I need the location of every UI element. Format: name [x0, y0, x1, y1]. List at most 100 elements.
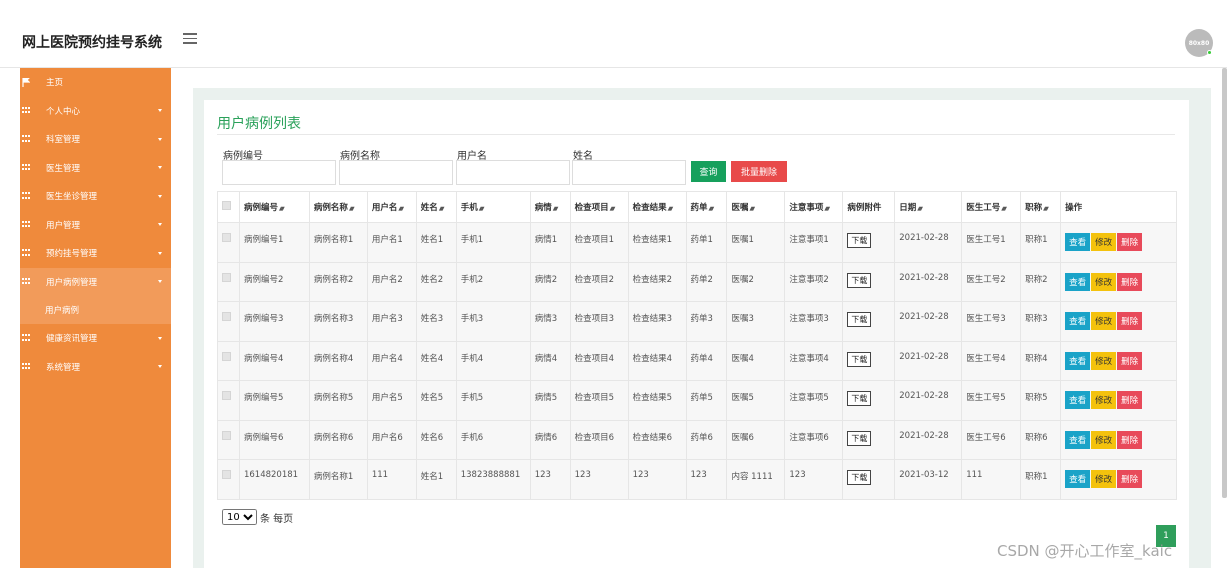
- table-cell: 病例名称4: [308, 340, 368, 381]
- download-button[interactable]: 下载: [847, 272, 872, 288]
- column-header[interactable]: 检查项目▲▼: [569, 191, 629, 223]
- column-header[interactable]: 用户名▲▼: [366, 191, 417, 223]
- view-button[interactable]: 查看: [1065, 272, 1091, 291]
- sidebar-item-5[interactable]: 用户管理: [20, 211, 171, 240]
- sort-icon[interactable]: ▲▼: [917, 206, 923, 212]
- column-header[interactable]: 检查结果▲▼: [627, 191, 687, 223]
- column-header-label: 检查结果: [632, 203, 667, 213]
- sidebar-subitem[interactable]: 用户病例: [20, 296, 171, 324]
- column-header[interactable]: 病例名称▲▼: [308, 191, 368, 223]
- menu-toggle-icon[interactable]: [183, 33, 197, 45]
- row-checkbox[interactable]: [222, 391, 231, 400]
- sort-icon[interactable]: ▲▼: [749, 206, 755, 212]
- sort-icon[interactable]: ▲▼: [439, 206, 445, 212]
- sidebar-item-7[interactable]: 用户病例管理: [20, 267, 171, 296]
- sort-icon[interactable]: ▲▼: [553, 206, 559, 212]
- sort-icon[interactable]: ▲▼: [709, 206, 715, 212]
- sidebar-item-8[interactable]: 健康资讯管理: [20, 324, 171, 353]
- delete-button[interactable]: 删除: [1117, 312, 1143, 330]
- column-header[interactable]: 注意事项▲▼: [784, 191, 844, 223]
- sidebar-item-4[interactable]: 医生坐诊管理: [20, 182, 171, 211]
- column-header[interactable]: 医嘱▲▼: [726, 191, 786, 223]
- delete-button[interactable]: 删除: [1117, 470, 1143, 488]
- column-header[interactable]: 职称▲▼: [1020, 191, 1062, 223]
- actions-cell: 查看 修改 删除: [1060, 459, 1177, 500]
- table-cell: 医生工号3: [961, 301, 1022, 342]
- table-cell: 手机3: [455, 301, 531, 342]
- delete-button[interactable]: 删除: [1117, 391, 1143, 409]
- name-input[interactable]: [572, 160, 686, 185]
- edit-button[interactable]: 修改: [1091, 351, 1117, 370]
- download-button[interactable]: 下载: [847, 312, 872, 327]
- row-checkbox[interactable]: [222, 351, 231, 361]
- username-input[interactable]: [456, 160, 570, 185]
- download-button[interactable]: 下载: [847, 430, 872, 446]
- query-button[interactable]: 查询: [691, 161, 726, 182]
- sort-icon[interactable]: ▲▼: [1001, 206, 1007, 212]
- sidebar-item-9[interactable]: 系统管理: [20, 353, 171, 382]
- download-button[interactable]: 下载: [847, 233, 872, 248]
- table-cell: 注意事项4: [784, 340, 844, 381]
- delete-button[interactable]: 删除: [1117, 272, 1143, 291]
- delete-button[interactable]: 删除: [1117, 351, 1143, 370]
- grid-icon: [22, 362, 31, 371]
- row-checkbox[interactable]: [222, 470, 231, 479]
- row-checkbox[interactable]: [222, 430, 231, 440]
- column-header[interactable]: 病例编号▲▼: [238, 191, 310, 223]
- column-header[interactable]: 姓名▲▼: [415, 191, 457, 223]
- edit-button[interactable]: 修改: [1091, 430, 1117, 449]
- sort-icon[interactable]: ▲▼: [610, 206, 616, 212]
- download-button[interactable]: 下载: [847, 391, 872, 406]
- table-cell: 病例名称6: [308, 419, 368, 460]
- view-button[interactable]: 查看: [1065, 391, 1091, 409]
- view-button[interactable]: 查看: [1065, 351, 1091, 370]
- sort-icon[interactable]: ▲▼: [1043, 206, 1049, 212]
- sidebar-item-2[interactable]: 科室管理: [20, 125, 171, 154]
- select-all-checkbox[interactable]: [222, 201, 231, 210]
- scrollbar[interactable]: [1222, 68, 1227, 498]
- row-checkbox[interactable]: [222, 272, 231, 282]
- sort-icon[interactable]: ▲▼: [398, 206, 404, 212]
- edit-button[interactable]: 修改: [1091, 272, 1117, 291]
- chevron-down-icon: [158, 166, 162, 170]
- edit-button[interactable]: 修改: [1091, 312, 1117, 330]
- sort-icon[interactable]: ▲▼: [349, 206, 355, 212]
- edit-button[interactable]: 修改: [1091, 391, 1117, 409]
- edit-button[interactable]: 修改: [1091, 470, 1117, 488]
- column-header-label: 用户名: [371, 203, 398, 213]
- delete-button[interactable]: 删除: [1117, 430, 1143, 449]
- page-size-select[interactable]: 10: [222, 509, 257, 525]
- view-button[interactable]: 查看: [1065, 233, 1091, 251]
- edit-button[interactable]: 修改: [1091, 233, 1117, 251]
- sort-icon[interactable]: ▲▼: [668, 206, 674, 212]
- download-button[interactable]: 下载: [847, 351, 872, 367]
- case-name-input[interactable]: [339, 160, 453, 185]
- sidebar-item-1[interactable]: 个人中心: [20, 97, 171, 126]
- attachment-cell: 下载: [842, 380, 896, 421]
- delete-button[interactable]: 删除: [1117, 233, 1143, 251]
- sidebar-item-3[interactable]: 医生管理: [20, 154, 171, 183]
- row-checkbox[interactable]: [222, 233, 231, 242]
- column-header[interactable]: 日期▲▼: [894, 191, 963, 223]
- row-checkbox[interactable]: [222, 312, 231, 321]
- column-header[interactable]: 药单▲▼: [685, 191, 728, 223]
- column-header[interactable]: 医生工号▲▼: [961, 191, 1022, 223]
- sort-icon[interactable]: ▲▼: [279, 206, 285, 212]
- row-checkbox-cell: [217, 261, 240, 302]
- actions-cell: 查看 修改 删除: [1060, 340, 1177, 381]
- column-header[interactable]: 手机▲▼: [455, 191, 531, 223]
- table-cell: 职称1: [1020, 459, 1062, 500]
- sort-icon[interactable]: ▲▼: [479, 206, 485, 212]
- table-cell: 姓名2: [415, 261, 457, 302]
- sidebar-item-0[interactable]: 主页: [20, 68, 171, 97]
- view-button[interactable]: 查看: [1065, 430, 1091, 449]
- avatar[interactable]: 80x80: [1185, 29, 1213, 57]
- view-button[interactable]: 查看: [1065, 312, 1091, 330]
- bulk-delete-button[interactable]: 批量删除: [731, 161, 787, 182]
- view-button[interactable]: 查看: [1065, 470, 1091, 488]
- column-header[interactable]: 病情▲▼: [529, 191, 571, 223]
- sort-icon[interactable]: ▲▼: [824, 206, 830, 212]
- download-button[interactable]: 下载: [847, 470, 872, 485]
- case-no-input[interactable]: [222, 160, 336, 185]
- sidebar-item-6[interactable]: 预约挂号管理: [20, 239, 171, 268]
